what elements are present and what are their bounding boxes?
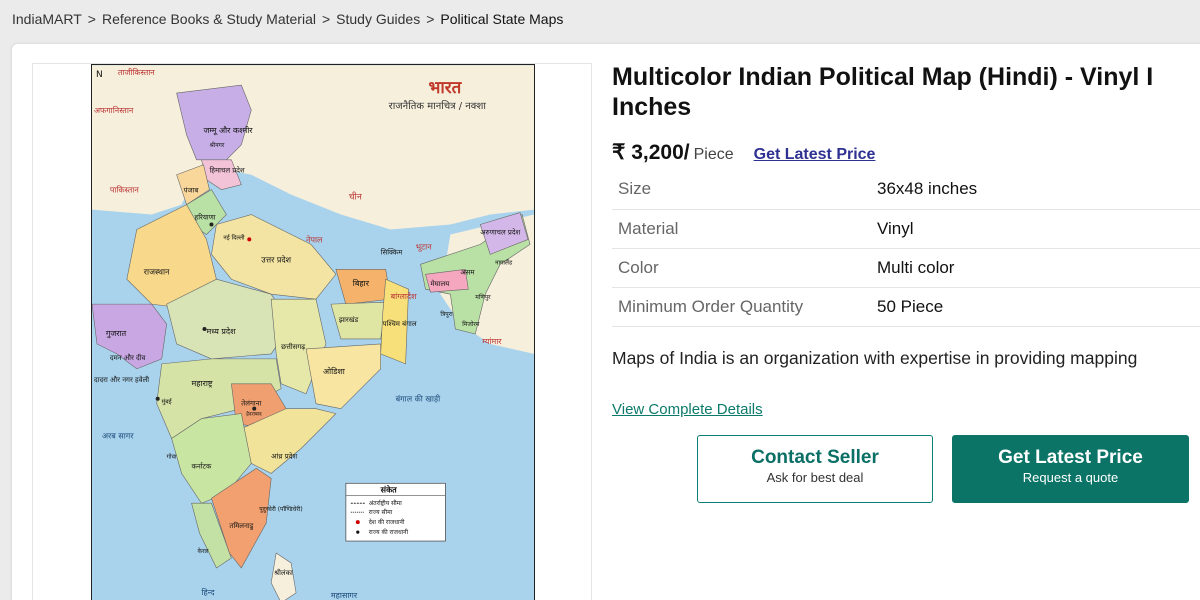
label-assam: असम <box>460 268 475 276</box>
label-wb: पश्चिम बंगाल <box>383 319 417 328</box>
map-subtitle: राजनैतिक मानचित्र / नक्शा <box>389 100 487 112</box>
label-karnataka: कर्नाटक <box>192 461 213 470</box>
spec-value: Multi color <box>877 248 1200 288</box>
label-sikkim: सिक्किम <box>381 247 403 256</box>
label-tripura: त्रिपुरा <box>440 310 453 318</box>
label-srinagar: श्रीनगर <box>209 141 224 149</box>
label-meghalaya: मेघालय <box>430 279 450 288</box>
label-delhi: नई दिल्ली <box>223 233 245 241</box>
view-complete-details-link[interactable]: View Complete Details <box>612 401 763 418</box>
spec-value: Vinyl <box>877 209 1200 249</box>
spec-row: Color Multi color <box>612 248 1200 288</box>
price-row: ₹ 3,200/ Piece Get Latest Price <box>612 140 875 165</box>
label-arunachal: अरुणाचल प्रदेश <box>480 227 520 236</box>
legend-title: संकेत <box>380 484 397 494</box>
map-north-label: N <box>96 70 103 80</box>
breadcrumb-indiamart[interactable]: IndiaMART <box>12 11 82 27</box>
label-bay-of-bengal: बंगाल की खाड़ी <box>396 394 442 404</box>
label-nepal: नेपाल <box>306 234 323 244</box>
legend-item-1: अंतर्राष्ट्रीय सीमा <box>369 499 402 507</box>
label-pakistan: पाकिस्तान <box>110 185 139 195</box>
product-image-frame[interactable]: N भारत राजनैतिक मानचित्र / नक्शा ताजीकिस… <box>32 63 592 600</box>
label-odisha: ओडिशा <box>323 366 346 376</box>
label-nagaland: नागालैंड <box>495 258 513 266</box>
label-hp: हिमाचल प्रदेश <box>209 166 244 175</box>
label-hyderabad: हैदराबाद <box>246 411 262 418</box>
spec-key: Material <box>612 209 877 249</box>
label-punjab: पंजाब <box>184 187 200 195</box>
label-srilanka: श्रीलंका <box>274 568 293 577</box>
spec-value: 50 Piece <box>877 287 1200 327</box>
label-arabian-sea: अरब सागर <box>102 432 134 441</box>
label-manipur: मणिपुर <box>475 293 491 301</box>
breadcrumb-separator: > <box>321 11 331 27</box>
get-latest-price-sublabel: Request a quote <box>1022 470 1119 485</box>
label-afghanistan: अफगानिस्तान <box>94 105 134 115</box>
label-haryana: हरियाणा <box>195 213 216 222</box>
spec-key: Color <box>612 248 877 288</box>
contact-seller-sublabel: Ask for best deal <box>766 470 864 485</box>
label-tn: तमिलनाडु <box>229 521 253 530</box>
product-card: N भारत राजनैतिक मानचित्र / नक्शा ताजीकिस… <box>12 44 1200 600</box>
label-jk: जम्मू और कश्मीर <box>203 125 253 136</box>
label-mumbai: मुंबई <box>162 398 173 406</box>
label-myanmar: म्यांमार <box>482 337 502 346</box>
contact-seller-label: Contact Seller <box>751 447 879 468</box>
label-indian-ocean: हिन्द <box>202 587 216 597</box>
get-latest-price-link[interactable]: Get Latest Price <box>754 146 876 164</box>
legend-item-4: राज्य की राजधानी <box>369 528 409 536</box>
label-kerala: केरल <box>198 547 210 555</box>
spec-key: Minimum Order Quantity <box>612 287 877 327</box>
label-daman: दमन और दीव <box>110 353 146 362</box>
spec-row: Size 36x48 inches <box>612 170 1200 210</box>
label-up: उत्तर प्रदेश <box>261 254 291 264</box>
spec-key: Size <box>612 170 877 210</box>
breadcrumb: IndiaMART > Reference Books & Study Materi… <box>12 11 563 27</box>
label-puducherry: पुदुच्चेरी (पॉण्डिचेरी) <box>259 505 302 513</box>
spec-value: 36x48 inches <box>877 170 1200 210</box>
product-title: Multicolor Indian Political Map (Hindi) … <box>612 63 1154 121</box>
label-bihar: बिहार <box>353 278 370 288</box>
spec-row: Minimum Order Quantity 50 Piece <box>612 287 1200 327</box>
price: ₹ 3,200/ <box>612 141 690 164</box>
contact-seller-button[interactable]: Contact Seller Ask for best deal <box>697 435 933 503</box>
breadcrumb-separator: > <box>426 11 435 27</box>
spec-table: Size 36x48 inches Material Vinyl Color M… <box>612 170 1200 327</box>
price-unit: Piece <box>693 146 734 163</box>
label-chhattisgarh: छत्तीसगढ़ <box>281 342 306 351</box>
breadcrumb-separator: > <box>87 11 96 27</box>
legend-item-2: राज्य सीमा <box>369 508 393 516</box>
breadcrumb-reference-books[interactable]: Reference Books & Study Material <box>102 11 316 27</box>
label-gujarat: गुजरात <box>106 329 127 339</box>
label-ap: आंध्र प्रदेश <box>271 451 297 460</box>
india-political-map-image: N भारत राजनैतिक मानचित्र / नक्शा ताजीकिस… <box>91 64 535 600</box>
label-mizoram: मिजोरम <box>462 320 480 328</box>
label-rajasthan: राजस्थान <box>144 267 170 276</box>
label-telangana: तेलंगाना <box>241 399 261 408</box>
map-title: भारत <box>428 77 462 97</box>
label-mp: मध्य प्रदेश <box>206 326 236 336</box>
breadcrumb-study-guides[interactable]: Study Guides <box>336 11 420 27</box>
state-odisha <box>305 343 381 409</box>
get-latest-price-button[interactable]: Get Latest Price Request a quote <box>952 435 1189 503</box>
breadcrumb-current: Political State Maps <box>440 11 564 27</box>
label-china: चीन <box>349 191 363 203</box>
label-jharkhand: झारखंड <box>339 316 359 324</box>
label-bangladesh: बांग्लादेश <box>391 291 418 301</box>
label-mahasagar: महासागर <box>331 591 358 600</box>
label-goa: गोवा <box>167 452 177 460</box>
label-tajikistan: ताजीकिस्तान <box>118 67 155 77</box>
label-dadra: दादरा और नगर हवेली <box>94 375 149 384</box>
spec-row: Material Vinyl <box>612 209 1200 249</box>
legend-item-3: देश की राजधानी <box>369 518 405 526</box>
label-maharashtra: महाराष्ट्र <box>192 379 213 388</box>
get-latest-price-label: Get Latest Price <box>998 447 1143 468</box>
label-bhutan: भूटान <box>416 242 433 252</box>
product-description: Maps of India is an organization with ex… <box>612 348 1138 368</box>
